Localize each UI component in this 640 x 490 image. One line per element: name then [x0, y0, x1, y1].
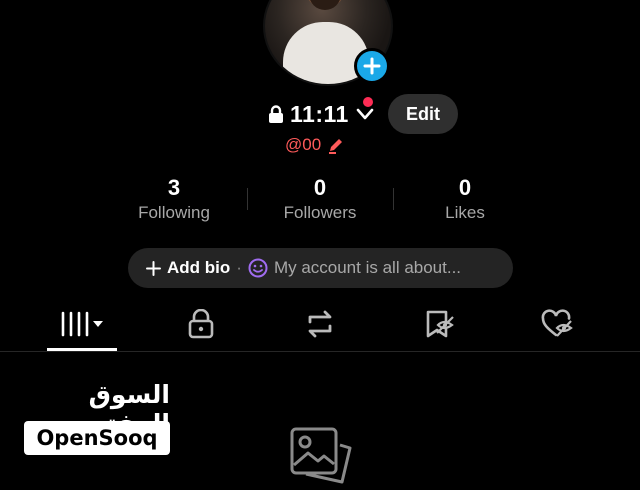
following-count: 3	[167, 175, 181, 200]
lock-icon	[188, 309, 214, 339]
tab-reposts[interactable]	[285, 304, 355, 344]
avatar-beard	[309, 0, 341, 10]
smiley-icon	[248, 258, 268, 278]
handle-row[interactable]: @00	[285, 135, 345, 155]
tab-videos[interactable]	[47, 304, 117, 344]
bookmark-icon	[426, 310, 454, 338]
username: 11:11	[290, 100, 349, 127]
image-icon	[290, 427, 352, 484]
liked-icon	[541, 309, 573, 337]
repost-icon	[308, 310, 332, 338]
plus-icon	[363, 57, 381, 75]
chevron-down-icon	[356, 108, 374, 120]
user-handle: @00	[285, 135, 322, 154]
tab-favorites[interactable]	[405, 304, 475, 344]
empty-content-icon	[288, 425, 354, 485]
plus-icon	[146, 260, 161, 276]
pencil-icon	[329, 139, 343, 154]
followers-count: 0	[313, 175, 327, 200]
stat-likes[interactable]: 0 Likes	[405, 175, 525, 225]
tab-private[interactable]	[166, 304, 236, 344]
watermark-latin: OpenSooq	[36, 426, 158, 450]
lock-icon	[269, 104, 283, 123]
edit-profile-button[interactable]: Edit	[388, 94, 458, 134]
bio-placeholder: My account is all about...	[273, 258, 462, 277]
followers-label: Followers	[283, 203, 357, 222]
stat-divider	[393, 188, 394, 210]
add-story-button[interactable]	[354, 48, 390, 84]
avatar-shirt	[283, 22, 369, 84]
notification-dot	[363, 97, 373, 107]
stat-followers[interactable]: 0 Followers	[260, 175, 380, 225]
following-label: Following	[138, 203, 210, 222]
likes-label: Likes	[445, 203, 485, 222]
bio-separator: ·	[236, 258, 242, 277]
stat-following[interactable]: 3 Following	[114, 175, 234, 225]
username-row[interactable]: 11:11	[268, 99, 375, 129]
add-bio-button[interactable]: Add bio · My account is all about...	[128, 248, 513, 288]
likes-count: 0	[458, 175, 472, 200]
watermark-logo: OpenSooq	[24, 421, 170, 455]
tab-liked[interactable]	[523, 304, 593, 344]
stat-divider	[247, 188, 248, 210]
grid-icon	[60, 311, 103, 337]
add-bio-label: Add bio	[167, 258, 231, 277]
tabs-divider	[0, 351, 640, 352]
